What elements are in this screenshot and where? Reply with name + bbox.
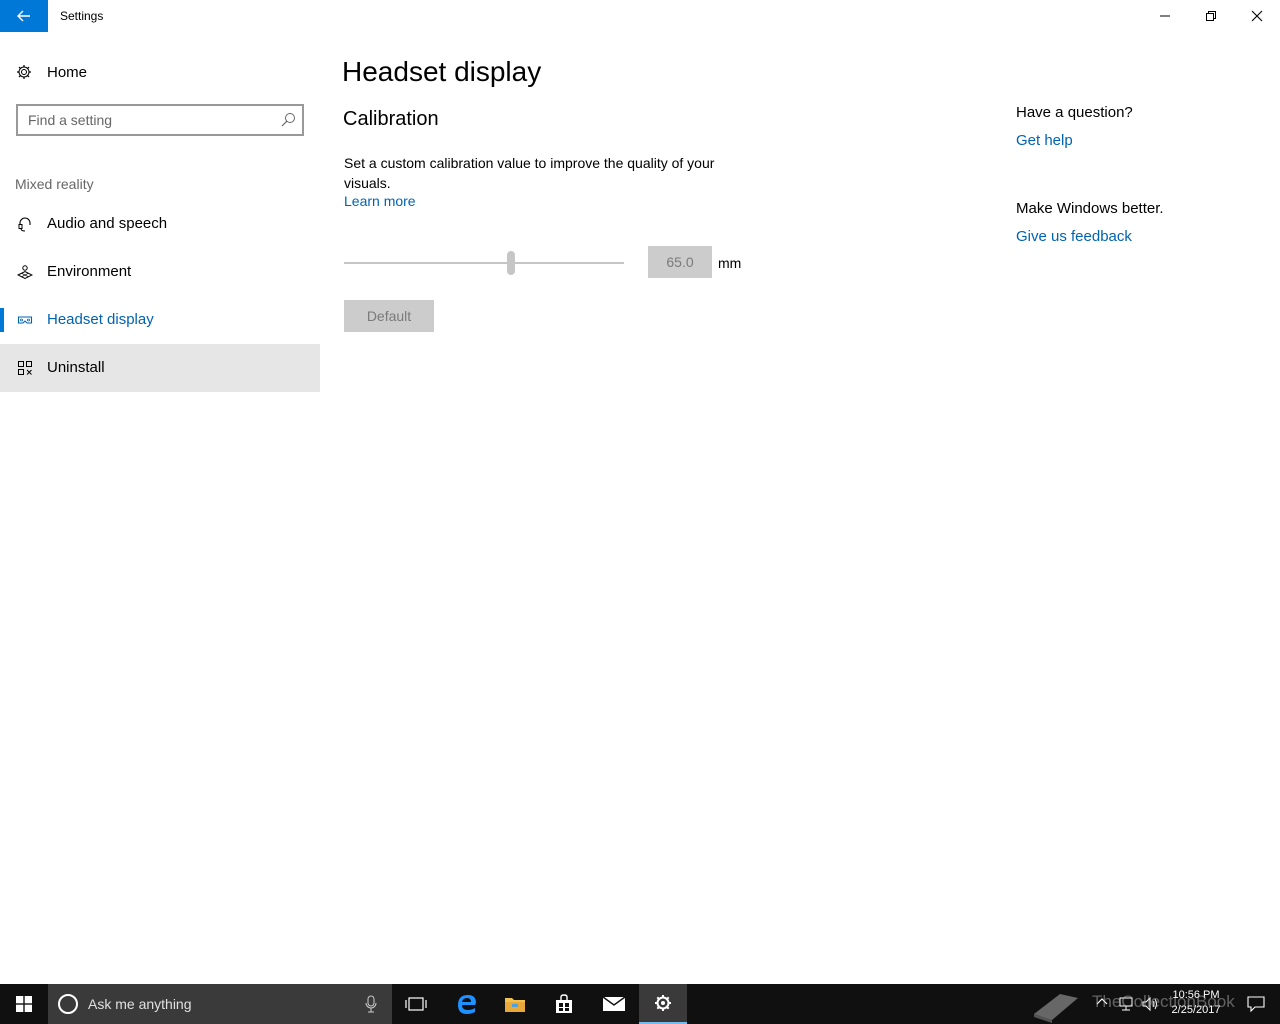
restore-button[interactable] xyxy=(1188,0,1234,32)
headset-icon xyxy=(18,217,31,232)
get-help-link[interactable]: Get help xyxy=(1016,132,1073,149)
minimize-icon xyxy=(1160,15,1170,17)
sidebar-item-label: Audio and speech xyxy=(47,215,168,232)
feedback-heading: Make Windows better. xyxy=(1016,200,1164,217)
search-input[interactable] xyxy=(28,111,268,129)
action-center-button[interactable] xyxy=(1232,984,1280,1024)
section-title: Calibration xyxy=(343,108,439,130)
file-explorer-button[interactable] xyxy=(491,984,539,1024)
cortana-search-box[interactable]: Ask me anything xyxy=(48,984,392,1024)
sidebar-item-uninstall[interactable]: Uninstall xyxy=(0,344,320,392)
sidebar-item-label: Uninstall xyxy=(47,359,105,376)
slider-thumb[interactable] xyxy=(507,251,515,275)
sidebar-item-environment[interactable]: Environment xyxy=(0,248,320,296)
settings-gear-icon xyxy=(655,995,671,1011)
settings-window: Settings Home Find a setting Mixed reali… xyxy=(0,0,1280,984)
taskbar: Ask me anything 10:56 PM 2/25/2017 xyxy=(0,984,1280,1024)
folder-icon xyxy=(505,998,525,1012)
settings-taskbar-button[interactable] xyxy=(639,984,687,1024)
store-button[interactable] xyxy=(540,984,588,1024)
start-button[interactable] xyxy=(0,984,48,1024)
mail-icon xyxy=(602,996,626,1011)
notification-icon xyxy=(1247,996,1265,1012)
calibration-slider[interactable] xyxy=(344,248,624,278)
environment-icon xyxy=(17,265,33,280)
slider-track[interactable] xyxy=(344,262,624,264)
microphone-icon[interactable] xyxy=(364,994,378,1014)
app-title: Settings xyxy=(60,9,104,23)
page-title: Headset display xyxy=(342,56,542,87)
group-label: Mixed reality xyxy=(15,176,94,192)
close-icon xyxy=(1251,10,1263,22)
volume-icon[interactable] xyxy=(1142,996,1160,1012)
search-field[interactable] xyxy=(16,104,304,136)
restore-icon xyxy=(1206,11,1216,21)
clock-date: 2/25/2017 xyxy=(1171,1004,1221,1016)
cortana-icon xyxy=(58,994,78,1014)
back-button[interactable] xyxy=(0,0,48,32)
network-icon[interactable] xyxy=(1118,996,1134,1012)
sidebar-item-headset-display[interactable]: Headset display xyxy=(0,296,320,344)
minimize-button[interactable] xyxy=(1142,0,1188,32)
sidebar: Home Mixed reality Audio and speech xyxy=(0,32,320,984)
sidebar-item-label: Environment xyxy=(47,263,132,280)
help-question: Have a question? xyxy=(1016,104,1133,121)
learn-more-link[interactable]: Learn more xyxy=(344,193,416,209)
task-view-icon xyxy=(405,997,427,1011)
headset-display-icon xyxy=(17,316,33,324)
gear-icon xyxy=(17,65,31,79)
chevron-up-icon[interactable] xyxy=(1096,996,1108,1006)
sidebar-item-label: Headset display xyxy=(47,311,154,328)
give-feedback-link[interactable]: Give us feedback xyxy=(1016,228,1132,245)
task-view-button[interactable] xyxy=(392,984,440,1024)
windows-logo-icon xyxy=(16,996,32,1012)
cortana-search-text: Ask me anything xyxy=(88,996,192,1012)
sidebar-item-home[interactable]: Home xyxy=(0,54,320,90)
store-icon xyxy=(556,994,572,1013)
default-button[interactable]: Default xyxy=(344,300,434,332)
back-arrow-icon xyxy=(17,10,30,22)
unit-label: mm xyxy=(718,255,742,271)
sidebar-item-label: Home xyxy=(47,64,88,81)
close-button[interactable] xyxy=(1234,0,1280,32)
calibration-description: Set a custom calibration value to improv… xyxy=(344,155,715,191)
uninstall-icon xyxy=(18,361,32,375)
edge-icon xyxy=(458,995,476,1014)
search-icon[interactable] xyxy=(280,112,296,128)
calibration-value-input[interactable] xyxy=(648,246,712,278)
title-bar: Settings xyxy=(0,0,1280,32)
taskbar-clock[interactable]: 10:56 PM 2/25/2017 xyxy=(1160,988,1232,1018)
sidebar-item-audio-and-speech[interactable]: Audio and speech xyxy=(0,200,320,248)
main-content: Headset display Calibration Set a custom… xyxy=(320,32,1000,984)
active-indicator xyxy=(0,308,4,332)
clock-time: 10:56 PM xyxy=(1172,989,1220,1001)
mail-button[interactable] xyxy=(590,984,638,1024)
edge-button[interactable] xyxy=(443,984,491,1024)
